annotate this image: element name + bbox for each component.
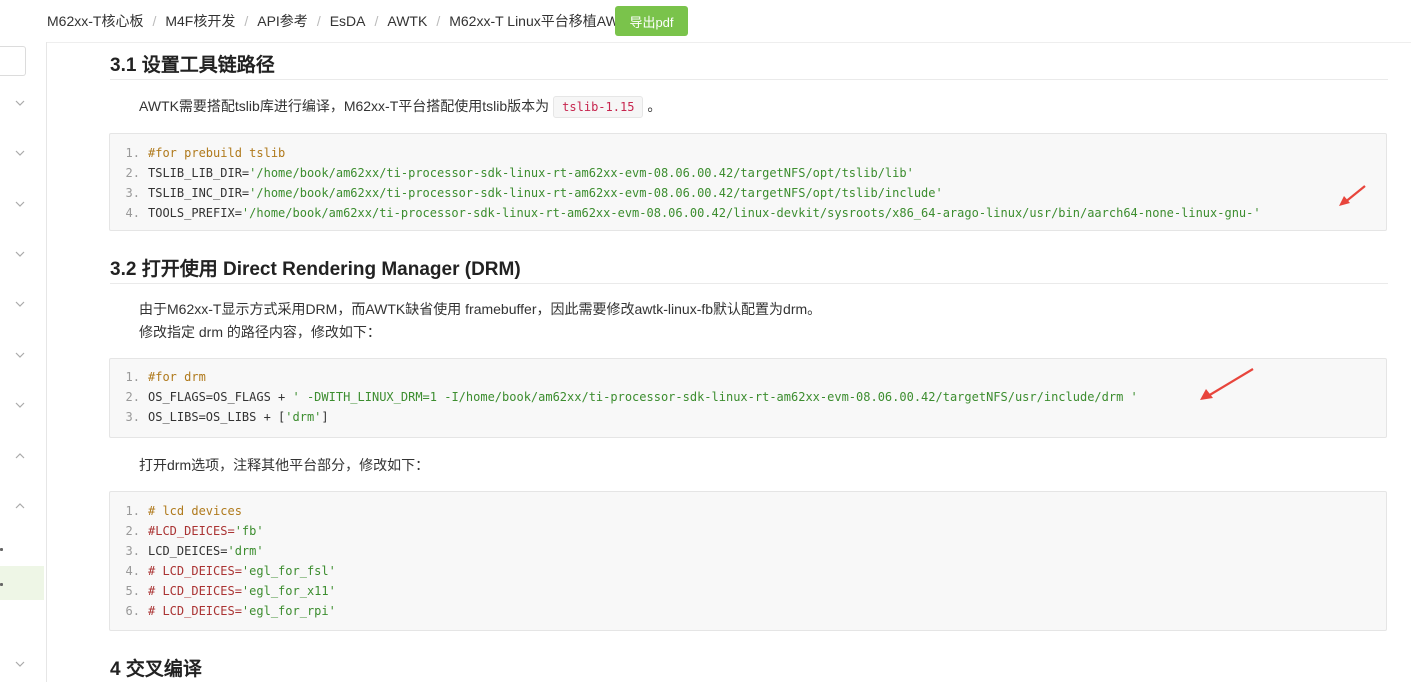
code-token: LCD_DEICES=: [148, 544, 228, 558]
code-token: TOOLS_PREFIX=: [148, 206, 242, 220]
chevron-down-icon[interactable]: [15, 659, 25, 669]
breadcrumb-link[interactable]: M62xx-T核心板: [47, 11, 143, 31]
breadcrumb-separator: /: [374, 13, 379, 29]
code-line: 1. #for prebuild tslib: [110, 143, 1386, 163]
chevron-up-icon[interactable]: [15, 501, 25, 511]
red-arrow-icon: [1339, 185, 1366, 206]
breadcrumb: M62xx-T核心板 / M4F核开发 / API参考 / EsDA / AWTK / M62xx-…: [47, 11, 637, 31]
code-line: 3. TSLIB_INC_DIR='/home/book/am62xx/ti-pr…: [110, 183, 1386, 203]
chevron-down-icon[interactable]: [15, 299, 25, 309]
line-number: 4.: [125, 564, 140, 578]
breadcrumb-separator: /: [316, 13, 321, 29]
line-number: 3.: [125, 410, 140, 424]
breadcrumb-separator: /: [436, 13, 441, 29]
line-number: 3.: [125, 186, 140, 200]
chevron-down-icon[interactable]: [15, 148, 25, 158]
chevron-up-icon[interactable]: [15, 451, 25, 461]
breadcrumb-separator: /: [244, 13, 249, 29]
sidebar-bullet: [0, 548, 3, 551]
code-line: 3. OS_LIBS=OS_LIBS + ['drm']: [110, 407, 1386, 427]
code-token: '/home/book/am62xx/ti-processor-sdk-linu…: [241, 206, 1261, 220]
chevron-down-icon[interactable]: [15, 199, 25, 209]
code-token: 'drm': [285, 410, 322, 424]
code-line: 2. OS_FLAGS=OS_FLAGS + ' -DWITH_LINUX_DRM…: [110, 387, 1386, 407]
code-token: TSLIB_LIB_DIR=: [148, 166, 250, 180]
code-token: ]: [321, 410, 329, 424]
line-number: 6.: [125, 604, 140, 618]
code-line: 2. TSLIB_LIB_DIR='/home/book/am62xx/ti-pr…: [110, 163, 1386, 183]
code-line: 1. #for drm: [110, 367, 1386, 387]
section-title-3-1: 3.1 设置工具链路径: [110, 55, 275, 76]
line-number: 1.: [125, 146, 140, 160]
section-divider: [110, 283, 1388, 284]
sidebar-search-input[interactable]: [0, 46, 26, 76]
breadcrumb-link[interactable]: API参考: [257, 11, 308, 31]
code-token: 'fb': [234, 524, 264, 538]
sidebar-active-item[interactable]: [0, 566, 44, 600]
code-token: 'egl_for_x11': [241, 584, 336, 598]
chevron-down-icon[interactable]: [15, 98, 25, 108]
section-3-2-paragraph-3: 打开drm选项，注释其他平台部分，修改如下：: [139, 457, 430, 473]
breadcrumb-separator: /: [152, 13, 157, 29]
code-block-drm-flags: 1. #for drm 2. OS_FLAGS=OS_FLAGS + ' -DWITH…: [109, 358, 1387, 438]
code-token: #for drm: [148, 370, 206, 384]
section-title-4: 4 交叉编译: [110, 659, 202, 680]
code-token: OS_LIBS=OS_LIBS + [: [148, 410, 286, 424]
code-line: 3. LCD_DEICES='drm': [110, 541, 1386, 561]
chevron-down-icon[interactable]: [15, 350, 25, 360]
inline-code: tslib-1.15: [553, 96, 644, 118]
sidebar: [0, 42, 47, 682]
section-title-3-2: 3.2 打开使用 Direct Rendering Manager (DRM): [110, 259, 521, 280]
line-number: 1.: [125, 504, 140, 518]
code-token: ' -DWITH_LINUX_DRM=1 -I/home/book/am62xx…: [292, 390, 1138, 404]
code-token: # LCD_DEICES=: [148, 604, 242, 618]
export-pdf-button[interactable]: 导出pdf: [615, 6, 688, 36]
code-token: # LCD_DEICES=: [148, 584, 242, 598]
section-divider: [110, 79, 1388, 80]
code-token: 'drm': [227, 544, 264, 558]
breadcrumb-link[interactable]: M62xx-T Linux平台移植AWTK: [449, 11, 636, 31]
code-token: 'egl_for_rpi': [241, 604, 336, 618]
code-token: # LCD_DEICES=: [148, 564, 242, 578]
code-token: TSLIB_INC_DIR=: [148, 186, 250, 200]
paragraph-text: AWTK需要搭配tslib库进行编译，M62xx-T平台搭配使用tslib版本为: [139, 98, 550, 114]
code-line: 4. # LCD_DEICES='egl_for_fsl': [110, 561, 1386, 581]
section-3-2-paragraph-2: 修改指定 drm 的路径内容，修改如下：: [139, 324, 381, 340]
chevron-down-icon[interactable]: [15, 400, 25, 410]
code-token: OS_FLAGS=OS_FLAGS +: [148, 390, 293, 404]
code-block-toolchain: 1. #for prebuild tslib 2. TSLIB_LIB_DIR='/h…: [109, 133, 1387, 231]
line-number: 4.: [125, 206, 140, 220]
code-line: 6. # LCD_DEICES='egl_for_rpi': [110, 601, 1386, 621]
breadcrumb-link[interactable]: AWTK: [387, 13, 427, 29]
red-arrow-icon: [1200, 368, 1254, 400]
line-number: 1.: [125, 370, 140, 384]
code-token: # lcd devices: [148, 504, 242, 518]
top-bar: M62xx-T核心板 / M4F核开发 / API参考 / EsDA / AWTK / M62xx-…: [0, 0, 1411, 43]
breadcrumb-link[interactable]: M4F核开发: [165, 11, 235, 31]
breadcrumb-link[interactable]: EsDA: [330, 13, 366, 29]
code-line: 5. # LCD_DEICES='egl_for_x11': [110, 581, 1386, 601]
code-token: #LCD_DEICES=: [148, 524, 235, 538]
code-token: '/home/book/am62xx/ti-processor-sdk-linu…: [249, 186, 943, 200]
code-line: 4. TOOLS_PREFIX='/home/book/am62xx/ti-pro…: [110, 203, 1386, 223]
code-token: '/home/book/am62xx/ti-processor-sdk-linu…: [249, 166, 914, 180]
section-3-1-paragraph: AWTK需要搭配tslib库进行编译，M62xx-T平台搭配使用tslib版本为…: [139, 95, 661, 118]
line-number: 2.: [125, 390, 140, 404]
code-line: 2. #LCD_DEICES='fb': [110, 521, 1386, 541]
section-3-2-paragraph-1: 由于M62xx-T显示方式采用DRM，而AWTK缺省使用 framebuffer…: [139, 301, 822, 317]
line-number: 3.: [125, 544, 140, 558]
code-token: 'egl_for_fsl': [241, 564, 336, 578]
paragraph-text-end: 。: [647, 98, 662, 114]
line-number: 2.: [125, 524, 140, 538]
sidebar-bullet: [0, 583, 3, 586]
chevron-down-icon[interactable]: [15, 249, 25, 259]
code-line: 1. # lcd devices: [110, 501, 1386, 521]
line-number: 2.: [125, 166, 140, 180]
code-block-lcd-devices: 1. # lcd devices 2. #LCD_DEICES='fb' 3. LCD_D…: [109, 491, 1387, 631]
code-token: #for prebuild tslib: [148, 146, 286, 160]
line-number: 5.: [125, 584, 140, 598]
